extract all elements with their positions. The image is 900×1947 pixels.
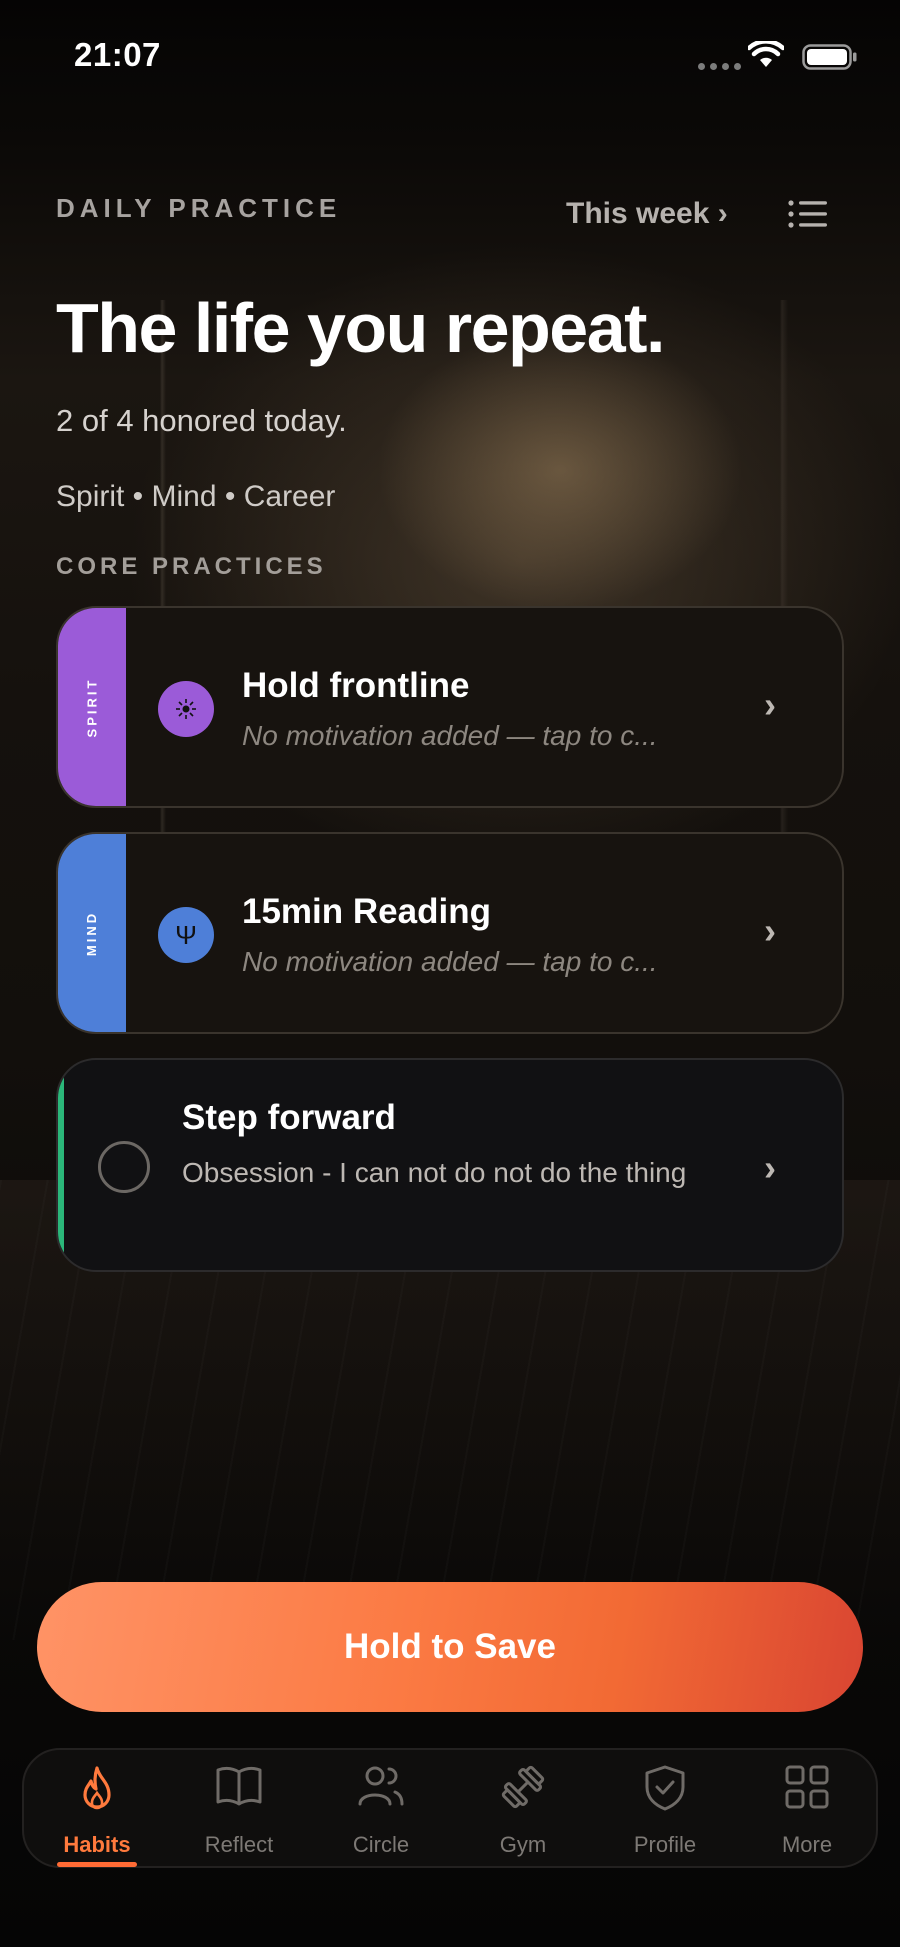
hold-to-save-button[interactable]: Hold to Save <box>37 1582 863 1712</box>
practice-subtitle: No motivation added — tap to c... <box>242 720 658 751</box>
tab-gym[interactable]: Gym <box>452 1750 594 1866</box>
cellular-signal-icon <box>698 63 741 70</box>
dumbbell-icon <box>501 1765 545 1809</box>
status-bar: 21:07 <box>0 0 900 110</box>
wifi-icon <box>748 41 784 67</box>
category-band: MIND <box>58 834 126 1032</box>
tab-label: Profile <box>633 1832 697 1857</box>
chevron-right-icon: › <box>764 684 776 725</box>
practice-title: Step forward <box>182 1098 396 1137</box>
category-list: Spirit • Mind • Career <box>56 480 336 513</box>
category-band-label: MIND <box>84 910 100 956</box>
tab-circle[interactable]: Circle <box>310 1750 452 1866</box>
practice-title: Hold frontline <box>242 666 470 705</box>
chevron-right-icon: › <box>764 910 776 951</box>
category-accent-line <box>58 1060 64 1270</box>
section-label: CORE PRACTICES <box>56 553 327 580</box>
psi-glyph: Ψ <box>175 919 197 950</box>
tab-label: More <box>781 1832 833 1857</box>
tab-label: Circle <box>352 1832 410 1857</box>
status-time: 21:07 <box>74 36 161 73</box>
category-band-label: SPIRIT <box>84 677 100 737</box>
psi-icon: Ψ <box>158 907 214 963</box>
people-icon <box>358 1766 404 1806</box>
practice-card-mind[interactable]: MIND Ψ 15min Reading No motivation added… <box>56 832 844 1034</box>
this-week-link[interactable]: This week › <box>566 197 728 231</box>
active-tab-indicator <box>57 1862 137 1867</box>
tab-label: Gym <box>499 1832 547 1857</box>
chevron-right-icon: › <box>764 1147 776 1188</box>
tab-bar: Habits Reflect Circle Gym Profile More <box>22 1748 878 1868</box>
category-band: SPIRIT <box>58 608 126 806</box>
flame-icon <box>83 1766 111 1810</box>
tab-label: Habits <box>63 1832 131 1857</box>
list-icon[interactable] <box>788 198 828 234</box>
tab-reflect[interactable]: Reflect <box>168 1750 310 1866</box>
tab-more[interactable]: More <box>736 1750 878 1866</box>
page-title: The life you repeat. <box>56 289 665 367</box>
tab-label: Reflect <box>204 1832 274 1857</box>
shield-icon <box>645 1765 685 1811</box>
practice-title: 15min Reading <box>242 892 491 931</box>
practice-card-spirit[interactable]: SPIRIT Hold frontline No motivation adde… <box>56 606 844 808</box>
tab-habits[interactable]: Habits <box>26 1750 168 1867</box>
section-eyebrow: DAILY PRACTICE <box>56 193 342 223</box>
practice-subtitle: No motivation added — tap to c... <box>242 946 658 977</box>
sun-burst-icon <box>158 681 214 737</box>
battery-icon <box>802 44 857 70</box>
book-icon <box>216 1766 262 1806</box>
progress-summary: 2 of 4 honored today. <box>56 403 347 438</box>
practice-card-career[interactable]: Step forward Obsession - I can not do no… <box>56 1058 844 1272</box>
completion-radio[interactable] <box>98 1141 150 1193</box>
tab-profile[interactable]: Profile <box>594 1750 736 1866</box>
practice-motivation: Obsession - I can not do not do the thin… <box>182 1157 687 1188</box>
grid-icon <box>785 1765 829 1809</box>
